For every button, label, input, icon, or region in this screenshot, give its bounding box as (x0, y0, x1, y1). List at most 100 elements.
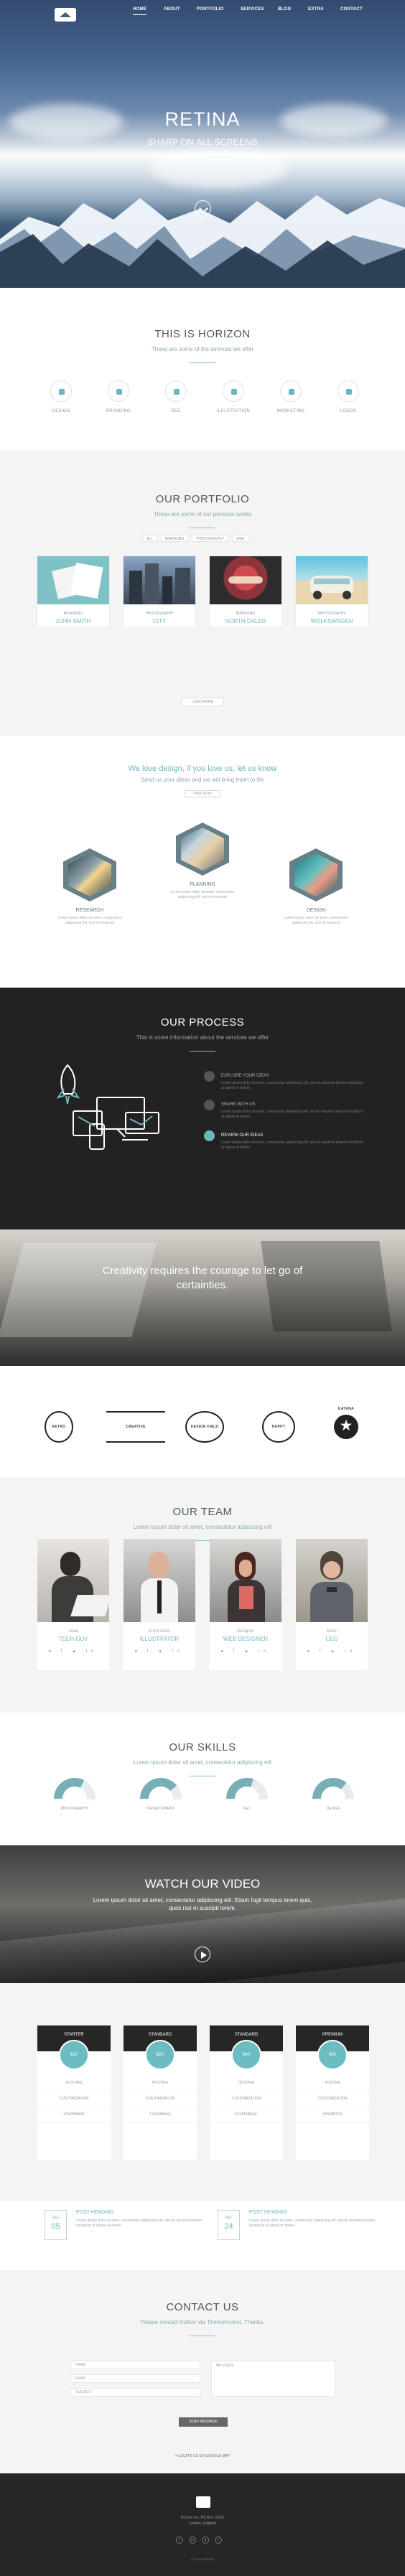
team-member-card[interactable]: Boss CEO ● f ▲ in (296, 1539, 368, 1670)
social-links[interactable]: ● f ▲ in (124, 1649, 195, 1654)
nav-portfolio[interactable]: PORTFOLIO (197, 7, 224, 11)
post-title: POST HEADING (76, 2210, 114, 2215)
send-message-button[interactable]: SEND MESSAGE (179, 2417, 228, 2427)
service-label: MARKETING (276, 409, 305, 413)
portfolio-card[interactable]: BRANDING NORTH DALER (210, 556, 281, 627)
social-links[interactable]: ● f ▲ in (210, 1649, 281, 1654)
service-item-seo[interactable]: SEO (151, 380, 201, 413)
map-link-text: LOCATE US ON GOOGLE MAP (178, 2454, 231, 2458)
service-item-illustration[interactable]: ILLUSTRATION (208, 380, 259, 413)
portfolio-title: OUR PORTFOLIO (155, 493, 250, 505)
happy-logo: HAPPY (262, 1411, 295, 1443)
katana-logo: ★ KATANA (326, 1407, 366, 1443)
flag-icon (108, 380, 129, 402)
process-step-text: Lorem ipsum dolor sit amet, consectetur … (221, 1081, 363, 1090)
portfolio-category: PHOTOGRAPHY (145, 612, 174, 616)
portfolio-image (124, 556, 195, 604)
skill-label: PHOTOGRAPHY (60, 1807, 89, 1811)
member-name: CEO (325, 1636, 338, 1642)
pricing-plan[interactable]: PREMIUM $80 HOSTING CUSTOMIZATION UNLIMITED (296, 2025, 369, 2160)
process-illustration (56, 1064, 159, 1150)
planning-hex-image (176, 823, 229, 876)
filter-branding[interactable]: BRANDING (160, 535, 189, 542)
process-step: EXPLORE YOUR IDEAS Lorem ipsum dolor sit … (204, 1071, 365, 1091)
process-intro-title: We love design, if you love us, let us k… (128, 764, 277, 773)
plan-feature: 3 DATABASE (124, 2107, 197, 2123)
team-member-card[interactable]: Designer WEB DESIGNER ● f ▲ in (210, 1539, 281, 1670)
nav-home[interactable]: HOME (133, 7, 147, 15)
service-item-marketing[interactable]: MARKETING (266, 380, 316, 413)
member-role: Designer (236, 1629, 254, 1634)
portfolio-title-item: CITY (152, 618, 167, 624)
post-text: Lorem ipsum dolor sit amet, consectetur … (76, 2219, 202, 2228)
plan-feature: 5 DATABASE (210, 2107, 283, 2123)
name-field[interactable]: NAME (70, 2361, 200, 2369)
play-video-button[interactable] (195, 1947, 210, 1962)
post-month: DEC (225, 2216, 233, 2220)
social-links[interactable]: ● f ▲ in (37, 1649, 109, 1654)
team-member-photo (296, 1539, 368, 1622)
clients-section: RETRO CREATIVE DESIGN FIELD HAPPY ★ KATAN… (0, 1366, 405, 1477)
plan-feature: CUSTOMIZATION (124, 2092, 197, 2107)
hire-now-button[interactable]: HIRE NOW (185, 790, 220, 797)
portfolio-card[interactable]: BRANDING JOHN SMITH (37, 556, 109, 627)
process-step-title: EXPLORE YOUR IDEAS (221, 1074, 269, 1078)
skill-design: DESIGN (304, 1778, 362, 1811)
service-item-logos[interactable]: LOGOS (323, 380, 373, 413)
pricing-section: STARTER $10 HOSTING CUSTOMIZATION 1 DATABASE… (0, 1983, 405, 2201)
star-icon: ★ (334, 1415, 358, 1439)
team-member-card[interactable]: Lead TECH GUY ● f ▲ in (37, 1539, 109, 1670)
nav-contact[interactable]: CONTACT (340, 7, 363, 11)
portfolio-card[interactable]: PHOTOGRAPHY WOLKSWAGEN (296, 556, 368, 627)
pricing-plan[interactable]: STANDARD $40 HOSTING CUSTOMIZATION 5 DATABAS… (210, 2025, 283, 2160)
social-links[interactable]: ● f ▲ in (296, 1649, 368, 1654)
load-more-button[interactable]: LOAD MORE (181, 698, 224, 706)
process-section: We love design, if you love us, let us k… (0, 736, 405, 988)
member-role: Front Artist (149, 1629, 170, 1634)
skill-gauge (54, 1778, 96, 1799)
site-logo[interactable] (55, 8, 76, 22)
filter-all[interactable]: ALL (142, 535, 157, 542)
team-member-card[interactable]: Front Artist ILLUSTRATOR ● f ▲ in (124, 1539, 195, 1670)
blog-post[interactable]: DEC 05 POST HEADING Lorem ipsum dolor sit a… (45, 2210, 202, 2251)
subject-field[interactable]: SUBJECT (70, 2388, 200, 2397)
twitter-icon[interactable]: t (176, 2537, 183, 2544)
chart-icon (280, 380, 302, 402)
pricing-plan[interactable]: STARTER $10 HOSTING CUSTOMIZATION 1 DATABASE (37, 2025, 111, 2160)
blog-post[interactable]: DEC 24 POST HEADING Lorem ipsum dolor sit a… (218, 2210, 376, 2251)
dribbble-icon[interactable]: ● (202, 2537, 209, 2544)
footer-address: Horizon Inc. PO Box 16122 London, Englan… (180, 2516, 225, 2526)
linkedin-icon[interactable]: in (189, 2537, 196, 2544)
nav-about[interactable]: ABOUT (164, 7, 180, 11)
facebook-icon[interactable]: f (215, 2537, 222, 2544)
filter-web[interactable]: WEB (232, 535, 249, 542)
service-label: LOGOS (340, 409, 357, 413)
map-link[interactable]: ⌖ LOCATE US ON GOOGLE MAP (0, 2454, 405, 2458)
post-day: 24 (224, 2222, 233, 2231)
footer-logo[interactable] (196, 2496, 210, 2508)
email-field[interactable]: EMAIL (70, 2374, 200, 2383)
filter-photography[interactable]: PHOTOGRAPHY (192, 535, 229, 542)
pricing-plan[interactable]: STANDARD $20 HOSTING CUSTOMIZATION 3 DATABAS… (124, 2025, 197, 2160)
nav-blog[interactable]: BLOG (278, 7, 292, 11)
member-name: TECH GUY (58, 1636, 88, 1642)
research-title: RESEARCH (75, 908, 104, 913)
scroll-down-button[interactable] (195, 200, 211, 217)
plan-feature: HOSTING (37, 2076, 111, 2092)
service-item-design[interactable]: DESIGN (36, 380, 86, 413)
service-item-branding[interactable]: BRANDING (93, 380, 144, 413)
camera-icon (50, 380, 72, 402)
blog-posts-section: DEC 05 POST HEADING Lorem ipsum dolor sit a… (0, 2201, 405, 2270)
nav-extra[interactable]: EXTRA (308, 7, 324, 11)
portfolio-image (296, 556, 368, 604)
portfolio-card[interactable]: PHOTOGRAPHY CITY (124, 556, 195, 627)
portfolio-category: BRANDING (236, 612, 256, 616)
section-divider (190, 1051, 215, 1052)
nav-services[interactable]: SERVICES (241, 7, 264, 11)
portfolio-title-item: JOHN SMITH (55, 618, 91, 624)
post-title: POST HEADING (249, 2210, 287, 2215)
message-field[interactable]: MESSAGE (211, 2361, 335, 2397)
our-process-title: OUR PROCESS (160, 1016, 245, 1029)
skill-photography: PHOTOGRAPHY (46, 1778, 103, 1811)
skill-gauge (312, 1778, 354, 1799)
